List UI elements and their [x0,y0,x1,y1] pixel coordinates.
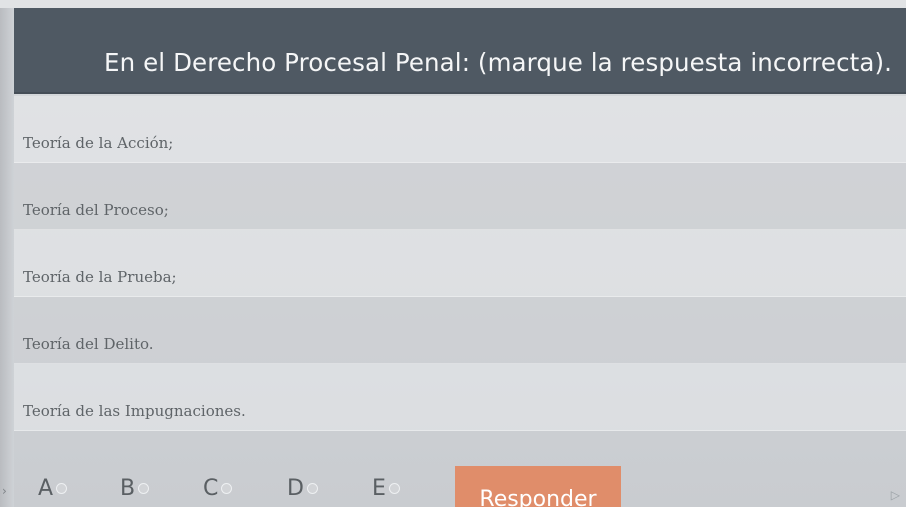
choice-letter: E [372,476,386,501]
option-row-e[interactable]: Teoría de las Impugnaciones. [14,364,906,431]
radio-e[interactable] [388,483,400,494]
choice-c[interactable]: C [203,476,233,501]
choice-letter: C [203,476,219,501]
radio-d[interactable] [306,483,318,494]
question-header: En el Derecho Procesal Penal: (marque la… [14,8,906,94]
radio-a[interactable] [56,483,68,494]
option-text: Teoría del Delito. [23,335,154,353]
choice-letter: A [38,476,54,501]
radio-b[interactable] [138,483,150,494]
radio-c[interactable] [221,483,233,494]
choice-letter: B [120,476,136,501]
option-text: Teoría de la Prueba; [23,268,177,286]
responder-button[interactable]: Responder [455,466,621,507]
option-text: Teoría de las Impugnaciones. [23,402,246,420]
quiz-screen: En el Derecho Procesal Penal: (marque la… [0,0,906,507]
choice-e[interactable]: E [372,476,400,501]
options-list: Teoría de la Acción; Teoría del Proceso;… [14,96,906,431]
question-title: En el Derecho Procesal Penal: (marque la… [104,48,893,77]
choice-d[interactable]: D [287,476,318,501]
option-row-c[interactable]: Teoría de la Prueba; [14,230,906,297]
left-edge [0,8,14,507]
option-text: Teoría del Proceso; [23,201,169,219]
top-strip [0,0,906,8]
option-text: Teoría de la Acción; [23,134,174,152]
answer-bar: › A B C D E Responder ▷ [0,462,906,507]
chevron-right-icon: › [2,484,7,498]
option-row-a[interactable]: Teoría de la Acción; [14,96,906,163]
choice-letter: D [287,476,304,501]
choice-b[interactable]: B [120,476,150,501]
option-row-d[interactable]: Teoría del Delito. [14,297,906,364]
play-icon: ▷ [890,488,900,502]
choice-a[interactable]: A [38,476,68,501]
option-row-b[interactable]: Teoría del Proceso; [14,163,906,230]
